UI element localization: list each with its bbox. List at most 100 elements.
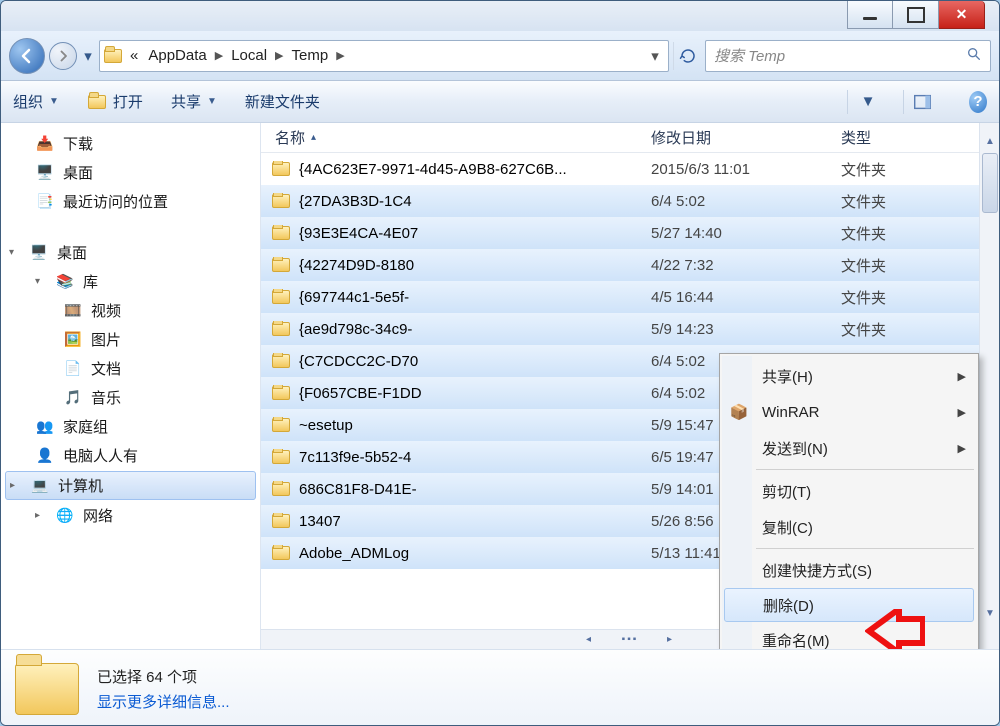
back-button[interactable] [9, 38, 45, 74]
address-dropdown[interactable]: ▾ [646, 47, 664, 65]
nav-row: ▾ « AppData ▶ Local ▶ Temp ▶ ▾ 搜索 Temp [1, 31, 999, 81]
tree-homegroup[interactable]: 👥家庭组 [1, 412, 260, 441]
col-date[interactable]: 修改日期 [651, 127, 841, 148]
user-icon: 👤 [35, 448, 55, 464]
chevron-right-icon: ▶ [336, 49, 344, 62]
collapse-icon[interactable]: ▾ [9, 247, 21, 258]
file-name: ~esetup [299, 417, 353, 434]
tree-music[interactable]: 🎵音乐 [1, 383, 260, 412]
submenu-arrow-icon: ▶ [958, 442, 966, 455]
minimize-button[interactable] [847, 1, 893, 29]
folder-icon [104, 47, 122, 65]
v-scrollbar[interactable]: ▲ ▼ [979, 123, 999, 649]
refresh-button[interactable] [673, 42, 701, 70]
new-folder-button[interactable]: 新建文件夹 [245, 91, 320, 112]
menu-item[interactable]: 创建快捷方式(S) [722, 552, 976, 588]
expand-icon[interactable]: ▸ [10, 480, 22, 491]
file-name: {F0657CBE-F1DD [299, 385, 422, 402]
table-row[interactable]: {42274D9D-81804/22 7:32文件夹 [261, 249, 999, 281]
chevron-down-icon: ▼ [49, 96, 59, 107]
menu-item[interactable]: 共享(H)▶ [722, 358, 976, 394]
preview-pane-button[interactable] [903, 90, 931, 114]
address-bar[interactable]: « AppData ▶ Local ▶ Temp ▶ ▾ [99, 40, 669, 72]
file-date: 2015/6/3 11:01 [651, 161, 841, 178]
scroll-up-icon[interactable]: ▲ [980, 131, 999, 151]
close-button[interactable] [939, 1, 985, 29]
menu-label: 创建快捷方式(S) [762, 560, 872, 581]
tree-desktop-root[interactable]: ▾🖥️桌面 [1, 238, 260, 267]
view-button[interactable]: ▼ [847, 90, 875, 114]
libraries-icon: 📚 [55, 274, 75, 290]
help-button[interactable]: ? [959, 90, 987, 114]
tree-computer[interactable]: ▸💻计算机 [5, 471, 256, 500]
menu-label: 复制(C) [762, 517, 813, 538]
tree-pictures[interactable]: 🖼️图片 [1, 325, 260, 354]
maximize-button[interactable] [893, 1, 939, 29]
sort-asc-icon: ▴ [311, 132, 316, 143]
breadcrumb-item[interactable]: Temp [290, 45, 331, 66]
menu-item[interactable]: 删除(D) [724, 588, 974, 622]
open-icon [87, 94, 107, 110]
folder-icon [271, 321, 291, 337]
tree-recent[interactable]: 📑最近访问的位置 [1, 187, 260, 216]
tree-desktop[interactable]: 🖥️桌面 [1, 158, 260, 187]
tree-documents[interactable]: 📄文档 [1, 354, 260, 383]
status-more-link[interactable]: 显示更多详细信息... [97, 691, 230, 712]
tree-downloads[interactable]: 📥下载 [1, 129, 260, 158]
network-icon: 🌐 [55, 508, 75, 524]
tree-video[interactable]: 🎞️视频 [1, 296, 260, 325]
submenu-arrow-icon: ▶ [958, 406, 966, 419]
file-name: 686C81F8-D41E- [299, 481, 417, 498]
chevron-down-icon: ▼ [207, 96, 217, 107]
annotation-arrow [865, 609, 925, 649]
breadcrumb-item[interactable]: Local [229, 45, 269, 66]
search-input[interactable]: 搜索 Temp [705, 40, 991, 72]
file-name: Adobe_ADMLog [299, 545, 409, 562]
folder-icon [271, 193, 291, 209]
file-list: 名称▴ 修改日期 类型 {4AC623E7-9971-4d45-A9B8-627… [261, 123, 999, 649]
tree-user[interactable]: 👤电脑人人有 [1, 441, 260, 470]
table-row[interactable]: {4AC623E7-9971-4d45-A9B8-627C6B...2015/6… [261, 153, 999, 185]
table-row[interactable]: {27DA3B3D-1C46/4 5:02文件夹 [261, 185, 999, 217]
open-button[interactable]: 打开 [87, 91, 143, 112]
desktop-icon: 🖥️ [29, 245, 49, 261]
folder-icon [271, 417, 291, 433]
table-row[interactable]: {93E3E4CA-4E075/27 14:40文件夹 [261, 217, 999, 249]
file-name: {42274D9D-8180 [299, 257, 414, 274]
menu-item[interactable]: 重命名(M) [722, 622, 976, 649]
chevron-right-icon: ▶ [215, 49, 223, 62]
open-label: 打开 [113, 91, 143, 112]
menu-item[interactable]: 📦WinRAR▶ [722, 394, 976, 430]
share-label: 共享 [171, 91, 201, 112]
menu-separator [756, 469, 974, 470]
col-name[interactable]: 名称▴ [271, 127, 651, 148]
status-selection: 已选择 64 个项 [97, 666, 230, 687]
menu-item[interactable]: 发送到(N)▶ [722, 430, 976, 466]
table-row[interactable]: {ae9d798c-34c9-5/9 14:23文件夹 [261, 313, 999, 345]
folder-icon [271, 225, 291, 241]
folder-icon [271, 449, 291, 465]
table-row[interactable]: {697744c1-5e5f-4/5 16:44文件夹 [261, 281, 999, 313]
expand-icon[interactable]: ▸ [35, 510, 47, 521]
window-buttons [847, 1, 985, 29]
scroll-thumb[interactable] [982, 153, 998, 213]
col-type[interactable]: 类型 [841, 127, 999, 148]
tree-libraries[interactable]: ▾📚库 [1, 267, 260, 296]
nav-tree: 📥下载 🖥️桌面 📑最近访问的位置 ▾🖥️桌面 ▾📚库 🎞️视频 🖼️图片 📄文… [1, 123, 261, 649]
breadcrumb-prefix: « [128, 45, 140, 66]
menu-item[interactable]: 复制(C) [722, 509, 976, 545]
organize-button[interactable]: 组织 ▼ [13, 91, 59, 112]
share-button[interactable]: 共享 ▼ [171, 91, 217, 112]
collapse-icon[interactable]: ▾ [35, 276, 47, 287]
status-bar: 已选择 64 个项 显示更多详细信息... [1, 649, 999, 726]
history-dropdown[interactable]: ▾ [81, 47, 95, 65]
tree-network[interactable]: ▸🌐网络 [1, 501, 260, 530]
body: 📥下载 🖥️桌面 📑最近访问的位置 ▾🖥️桌面 ▾📚库 🎞️视频 🖼️图片 📄文… [1, 123, 999, 649]
forward-button[interactable] [49, 42, 77, 70]
file-date: 5/27 14:40 [651, 225, 841, 242]
scroll-down-icon[interactable]: ▼ [980, 603, 999, 623]
breadcrumb-item[interactable]: AppData [146, 45, 208, 66]
context-menu: 共享(H)▶📦WinRAR▶发送到(N)▶ 剪切(T) 复制(C) 创建快捷方式(S)… [719, 353, 979, 649]
computer-icon: 💻 [30, 478, 50, 494]
menu-item[interactable]: 剪切(T) [722, 473, 976, 509]
